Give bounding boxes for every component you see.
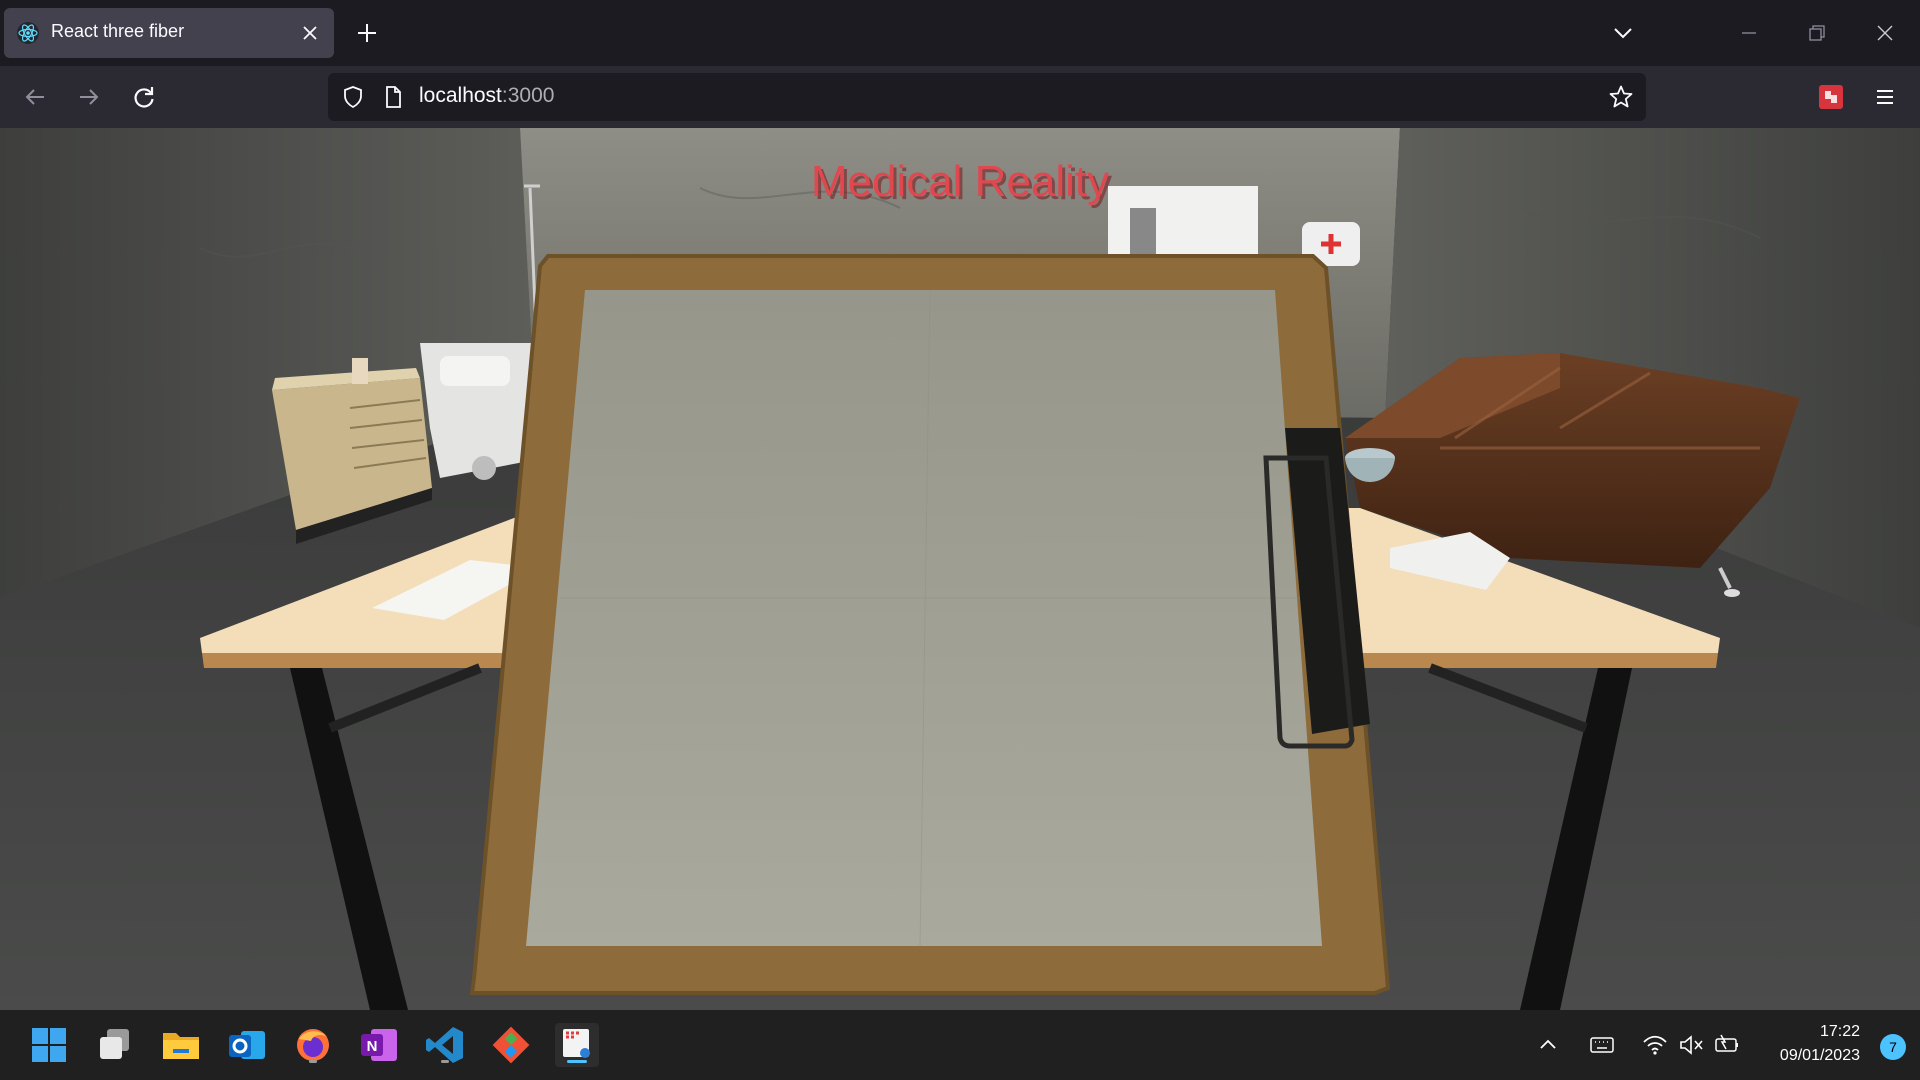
url-text[interactable]: localhost:3000: [419, 84, 554, 108]
back-icon[interactable]: [22, 84, 48, 110]
snipping-tool-icon[interactable]: [555, 1023, 599, 1067]
minimize-icon[interactable]: [1736, 20, 1762, 46]
browser-tab-bar: React three fiber: [0, 0, 1920, 66]
clock-date: 09/01/2023: [1779, 1047, 1860, 1064]
running-indicator: [441, 1060, 449, 1063]
react-icon: [17, 22, 39, 44]
url-port: :3000: [501, 84, 555, 107]
close-tab-icon[interactable]: [300, 23, 320, 43]
bookmark-star-icon[interactable]: [1608, 84, 1634, 110]
reload-icon[interactable]: [131, 84, 157, 110]
git-icon[interactable]: [489, 1023, 533, 1067]
clipboard-paper: [526, 290, 1322, 946]
active-indicator: [567, 1060, 587, 1063]
url-host: localhost: [419, 84, 502, 107]
outlook-icon[interactable]: [225, 1023, 269, 1067]
system-clock[interactable]: 17:22 09/01/2023: [1780, 1020, 1860, 1068]
tab-title: React three fiber: [51, 21, 185, 41]
chevron-down-icon[interactable]: [1610, 20, 1636, 46]
chevron-up-icon[interactable]: [1534, 1032, 1562, 1058]
firefox-icon[interactable]: [291, 1023, 335, 1067]
volume-muted-icon[interactable]: [1677, 1032, 1705, 1058]
page-info-icon[interactable]: [380, 84, 406, 110]
task-view-icon[interactable]: [93, 1023, 137, 1067]
battery-charging-icon[interactable]: [1713, 1032, 1741, 1058]
medical-reality-sign: Medical Reality: [811, 157, 1109, 206]
close-window-icon[interactable]: [1872, 20, 1898, 46]
start-icon[interactable]: [27, 1023, 71, 1067]
three-canvas[interactable]: Medical Reality Medical Reality: [0, 128, 1920, 1010]
onenote-icon[interactable]: N: [357, 1023, 401, 1067]
windows-taskbar: N 17:22 09/01/2023 7: [0, 1010, 1920, 1080]
notification-badge[interactable]: 7: [1880, 1034, 1906, 1060]
svg-text:N: N: [367, 1038, 378, 1055]
running-indicator: [309, 1060, 317, 1063]
url-bar[interactable]: localhost:3000: [328, 73, 1646, 121]
forward-icon[interactable]: [76, 84, 102, 110]
plus-icon[interactable]: [354, 20, 380, 46]
scene-render: Medical Reality Medical Reality: [0, 128, 1920, 1010]
restore-icon[interactable]: [1804, 20, 1830, 46]
menu-icon[interactable]: [1872, 84, 1898, 110]
wifi-icon[interactable]: [1641, 1032, 1669, 1058]
vscode-icon[interactable]: [423, 1023, 467, 1067]
browser-tab[interactable]: React three fiber: [4, 8, 334, 58]
shield-icon[interactable]: [340, 84, 366, 110]
file-explorer-icon[interactable]: [159, 1023, 203, 1067]
pill-bottle: [352, 358, 368, 384]
extension-icon[interactable]: [1818, 84, 1844, 110]
browser-nav-bar: localhost:3000: [0, 66, 1920, 128]
keyboard-icon[interactable]: [1588, 1032, 1616, 1058]
clock-time: 17:22: [1819, 1023, 1860, 1040]
